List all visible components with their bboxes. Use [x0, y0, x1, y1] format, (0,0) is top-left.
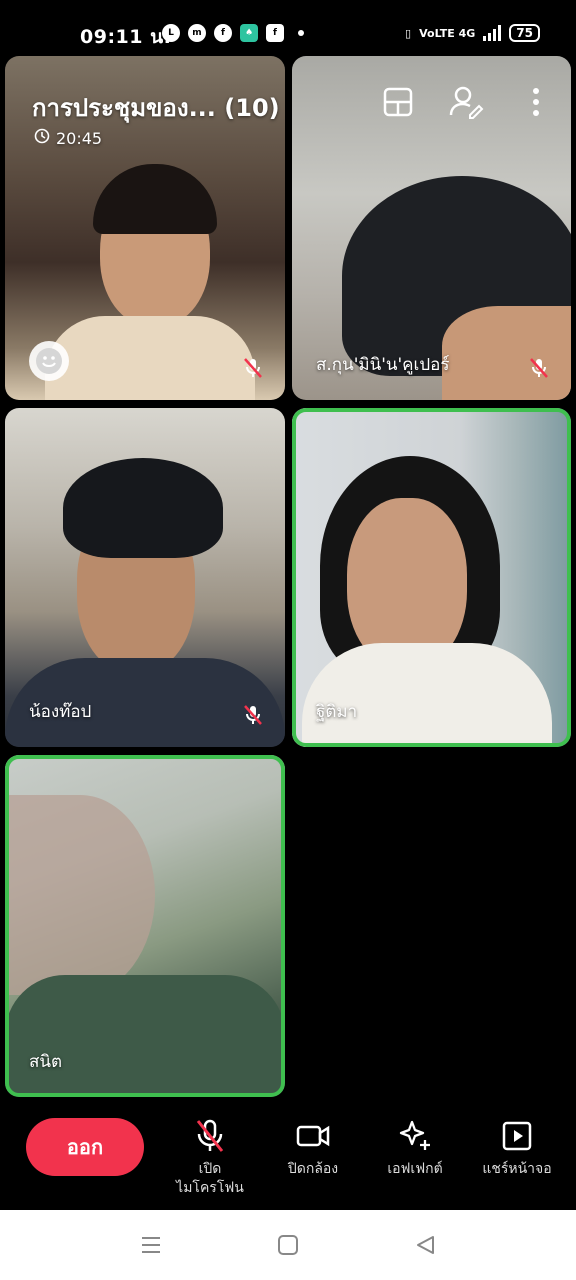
- facebook-square-icon: f: [266, 24, 284, 42]
- menu-lines-icon: [142, 1237, 160, 1253]
- reaction-button[interactable]: [29, 341, 69, 381]
- share-screen-button[interactable]: แชร์หน้าจอ: [462, 1118, 572, 1179]
- signal-icon: [483, 25, 502, 41]
- effects-button[interactable]: เอฟเฟกต์: [360, 1118, 470, 1179]
- participant-name: น้องท๊อป: [29, 702, 92, 722]
- mic-muted-icon: [241, 703, 265, 727]
- messenger-icon: m: [188, 24, 206, 42]
- green-app-icon: ♠: [240, 24, 258, 42]
- meeting-duration: 20:45: [56, 128, 103, 148]
- recent-apps-button[interactable]: [138, 1232, 164, 1258]
- back-triangle-icon: [417, 1236, 434, 1254]
- system-nav-bar: [0, 1210, 576, 1280]
- line-icon: L: [162, 24, 180, 42]
- network-label: VoLTE 4G: [419, 26, 476, 40]
- participant-face: [5, 795, 155, 995]
- participant-body: [302, 643, 552, 747]
- call-controls: ออก เปิด ไมโครโฟน ปิดกล้อง เอฟเฟกต์ แชร์ห…: [0, 1098, 576, 1210]
- status-right: ▯ VoLTE 4G 75: [405, 24, 540, 42]
- camera-toggle-button[interactable]: ปิดกล้อง: [258, 1118, 368, 1179]
- status-bar: 09:11 น. L m f ♠ f ▯ VoLTE 4G 75: [0, 0, 576, 56]
- layout-button[interactable]: [380, 84, 416, 120]
- more-vertical-icon: [533, 88, 539, 116]
- status-time: 09:11 น.: [80, 26, 172, 48]
- facebook-icon: f: [214, 24, 232, 42]
- mic-toggle-button[interactable]: เปิด ไมโครโฟน: [155, 1118, 265, 1198]
- mic-muted-icon: [527, 356, 551, 380]
- participant-name: สนิต: [29, 1052, 63, 1072]
- back-button[interactable]: [412, 1232, 438, 1258]
- participant-hair: [63, 458, 223, 558]
- smiley-icon: [36, 348, 62, 374]
- mic-off-icon: [196, 1119, 224, 1152]
- leave-button[interactable]: ออก: [26, 1118, 144, 1176]
- person-edit-icon: [449, 86, 484, 119]
- participant-name: ส.กุน'มินิ'น'คูเปอร์: [316, 355, 450, 375]
- clock-icon: [34, 128, 50, 148]
- camera-toggle-label: ปิดกล้อง: [287, 1161, 339, 1177]
- vibrate-icon: ▯: [405, 26, 412, 40]
- participant-tile-3[interactable]: น้องท๊อป: [5, 408, 285, 747]
- sparkle-icon: [399, 1120, 430, 1150]
- notification-icons: L m f ♠ f: [162, 24, 304, 42]
- home-square-icon: [278, 1235, 298, 1255]
- participants-button[interactable]: [448, 84, 484, 120]
- participant-name: ฐิติมา: [316, 702, 358, 722]
- participant-tile-5[interactable]: สนิต: [5, 755, 285, 1097]
- share-screen-icon: [502, 1121, 532, 1151]
- participant-tile-4[interactable]: ฐิติมา: [292, 408, 571, 747]
- share-screen-label: แชร์หน้าจอ: [482, 1161, 552, 1177]
- meeting-title[interactable]: การประชุมของ... (10): [32, 88, 280, 127]
- meeting-timer: 20:45: [34, 128, 102, 148]
- mic-muted-icon: [241, 356, 265, 380]
- mic-toggle-label: เปิด ไมโครโฟน: [176, 1161, 244, 1196]
- dot-icon: [298, 30, 304, 36]
- layout-icon: [383, 87, 413, 117]
- more-options-button[interactable]: [518, 84, 554, 120]
- effects-label: เอฟเฟกต์: [387, 1161, 443, 1177]
- participant-body: [45, 316, 255, 400]
- participant-body: [5, 975, 285, 1097]
- participant-face: [442, 306, 571, 400]
- battery-icon: 75: [509, 24, 540, 42]
- video-camera-icon: [296, 1125, 330, 1147]
- home-button[interactable]: [275, 1232, 301, 1258]
